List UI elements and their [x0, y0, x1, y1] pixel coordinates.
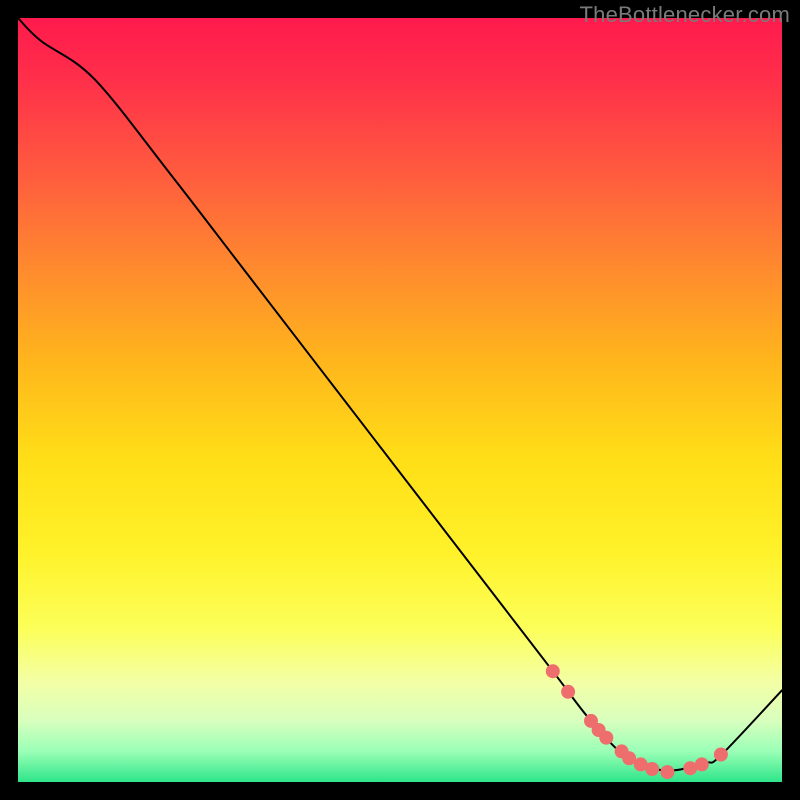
watermark-text: TheBottleneсker.com [580, 2, 790, 28]
data-marker [695, 757, 709, 771]
gradient-plot-area [18, 18, 782, 782]
data-marker [546, 664, 560, 678]
data-marker [561, 685, 575, 699]
data-marker [634, 757, 648, 771]
data-marker [599, 731, 613, 745]
marker-group [546, 664, 728, 779]
data-marker [714, 748, 728, 762]
data-marker [683, 761, 697, 775]
data-marker [645, 762, 659, 776]
chart-frame: TheBottleneсker.com [0, 0, 800, 800]
data-marker [622, 751, 636, 765]
data-marker [660, 765, 674, 779]
data-marker [584, 714, 598, 728]
curve-svg [18, 18, 782, 782]
curve-path [18, 18, 782, 771]
data-marker [615, 744, 629, 758]
data-marker [592, 723, 606, 737]
